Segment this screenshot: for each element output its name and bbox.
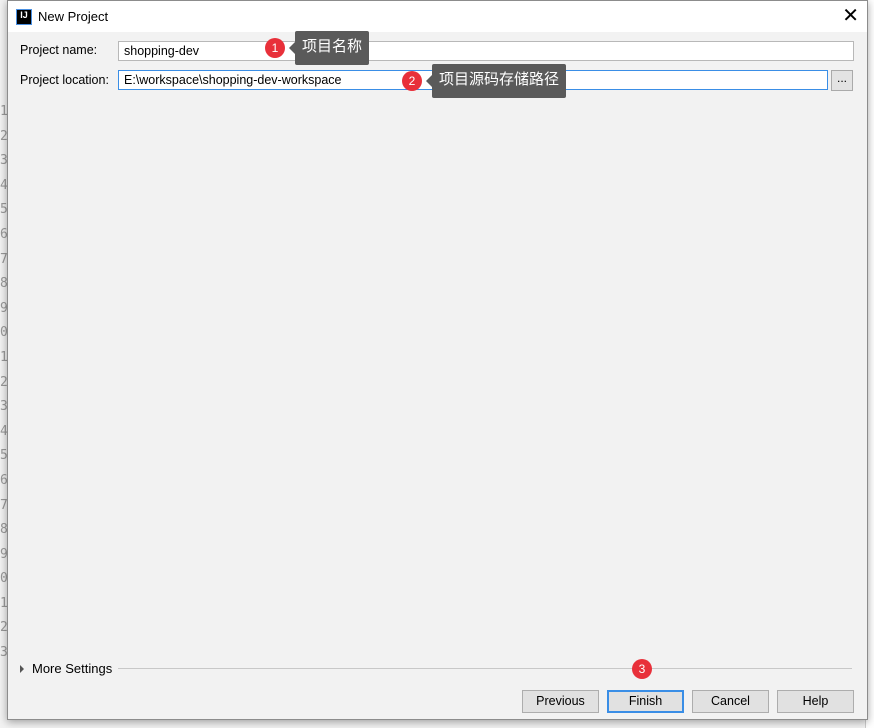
- annotation-badge-2: 2: [402, 71, 422, 91]
- previous-button[interactable]: Previous: [522, 690, 599, 713]
- project-location-row: Project location:: [20, 73, 118, 87]
- project-name-label: Project name:: [20, 43, 98, 57]
- finish-button[interactable]: Finish: [607, 690, 684, 713]
- more-settings-toggle[interactable]: More Settings: [20, 661, 852, 676]
- separator: [118, 668, 852, 669]
- close-icon[interactable]: ✕: [842, 5, 859, 27]
- annotation-badge-1: 1: [265, 38, 285, 58]
- expand-triangle-icon: [20, 664, 24, 673]
- dialog-title: New Project: [38, 9, 109, 24]
- more-settings-label: More Settings: [32, 661, 113, 676]
- browse-button[interactable]: ...: [831, 70, 853, 91]
- new-project-dialog: IJ New Project ✕ Project name: shopping-…: [7, 0, 868, 720]
- annotation-tooltip-2: 项目源码存储路径: [425, 64, 567, 98]
- help-button[interactable]: Help: [777, 690, 854, 713]
- annotation-tooltip-1: 项目名称: [288, 31, 370, 65]
- title-bar: IJ New Project ✕: [8, 1, 867, 32]
- project-name-row: Project name:: [20, 43, 118, 57]
- intellij-icon: IJ: [16, 8, 32, 25]
- annotation-badge-3: 3: [632, 659, 652, 679]
- project-location-label: Project location:: [20, 73, 109, 87]
- project-name-input[interactable]: shopping-dev: [118, 41, 854, 61]
- cancel-button[interactable]: Cancel: [692, 690, 769, 713]
